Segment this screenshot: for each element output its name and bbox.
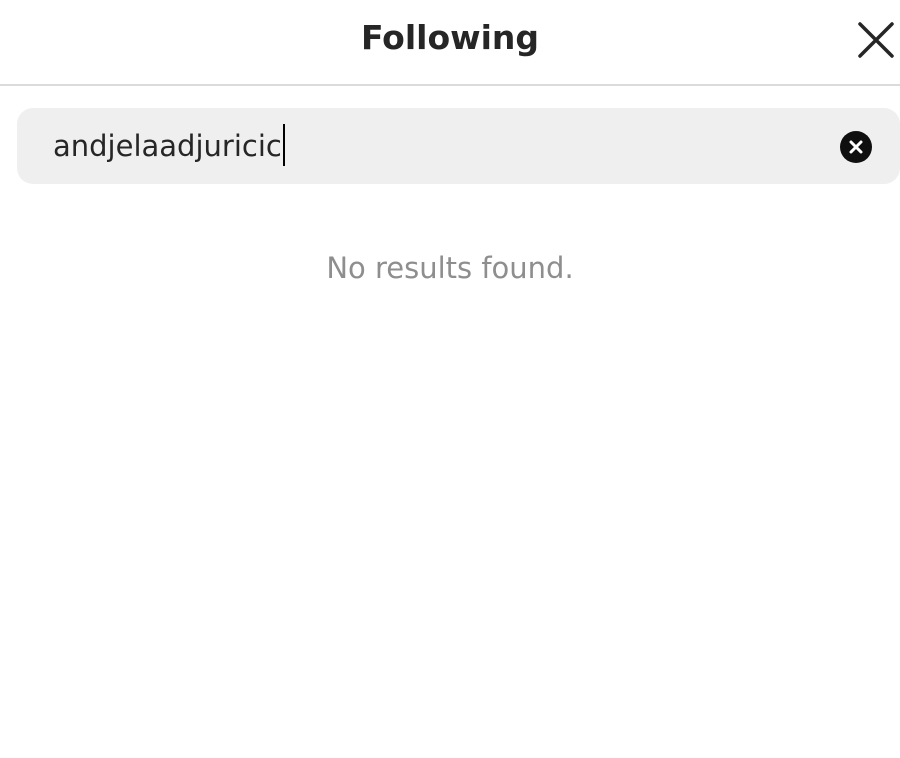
dialog-title: Following: [360, 18, 540, 57]
empty-results-message: No results found.: [326, 251, 574, 285]
search-input[interactable]: [53, 122, 753, 170]
search-bar: [17, 108, 900, 184]
clear-search-button[interactable]: [840, 131, 872, 163]
close-button[interactable]: [856, 20, 896, 60]
clear-circle-icon: [849, 140, 863, 154]
close-icon: [858, 22, 894, 58]
following-dialog: Following No results found.: [0, 0, 900, 758]
dialog-header: Following: [0, 0, 900, 86]
text-caret: [283, 124, 285, 166]
